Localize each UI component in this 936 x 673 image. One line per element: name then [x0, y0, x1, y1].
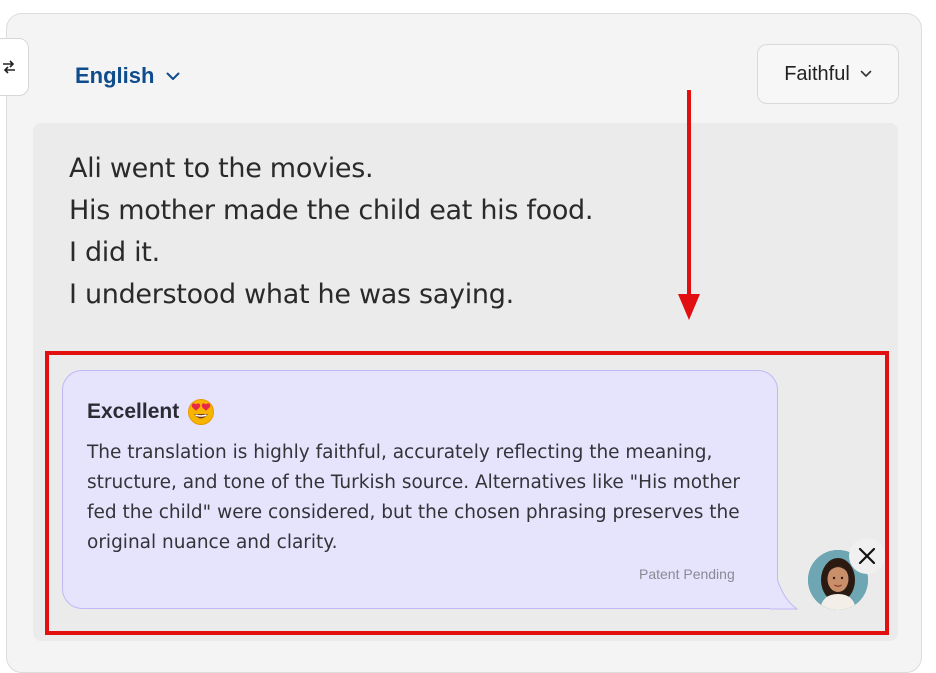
close-icon [858, 547, 876, 565]
feedback-body: The translation is highly faithful, accu… [87, 442, 741, 553]
translation-mode-select[interactable]: Faithful [757, 44, 899, 104]
target-language-select[interactable]: English [75, 60, 180, 92]
chevron-down-icon [166, 72, 180, 80]
heart-eyes-emoji-icon [188, 399, 215, 425]
close-feedback-button[interactable] [849, 538, 885, 574]
language-label: English [75, 63, 155, 88]
bubble-tail [770, 580, 798, 610]
translation-line: His mother made the child eat his food. [69, 195, 594, 226]
translation-line: I understood what he was saying. [69, 279, 514, 310]
swap-arrows-icon [3, 60, 15, 74]
feedback-title: Excellent [87, 398, 215, 426]
swap-languages-button[interactable] [0, 38, 29, 96]
translation-line: I did it. [69, 237, 160, 268]
translation-line: Ali went to the movies. [69, 153, 374, 184]
mode-label: Faithful [784, 62, 850, 85]
translation-text: Ali went to the movies. His mother made … [69, 148, 593, 316]
feedback-title-text: Excellent [87, 400, 180, 423]
chevron-down-icon [860, 70, 872, 77]
annotation-arrow-icon [678, 90, 700, 320]
patent-pending-label: Patent Pending [639, 566, 735, 582]
